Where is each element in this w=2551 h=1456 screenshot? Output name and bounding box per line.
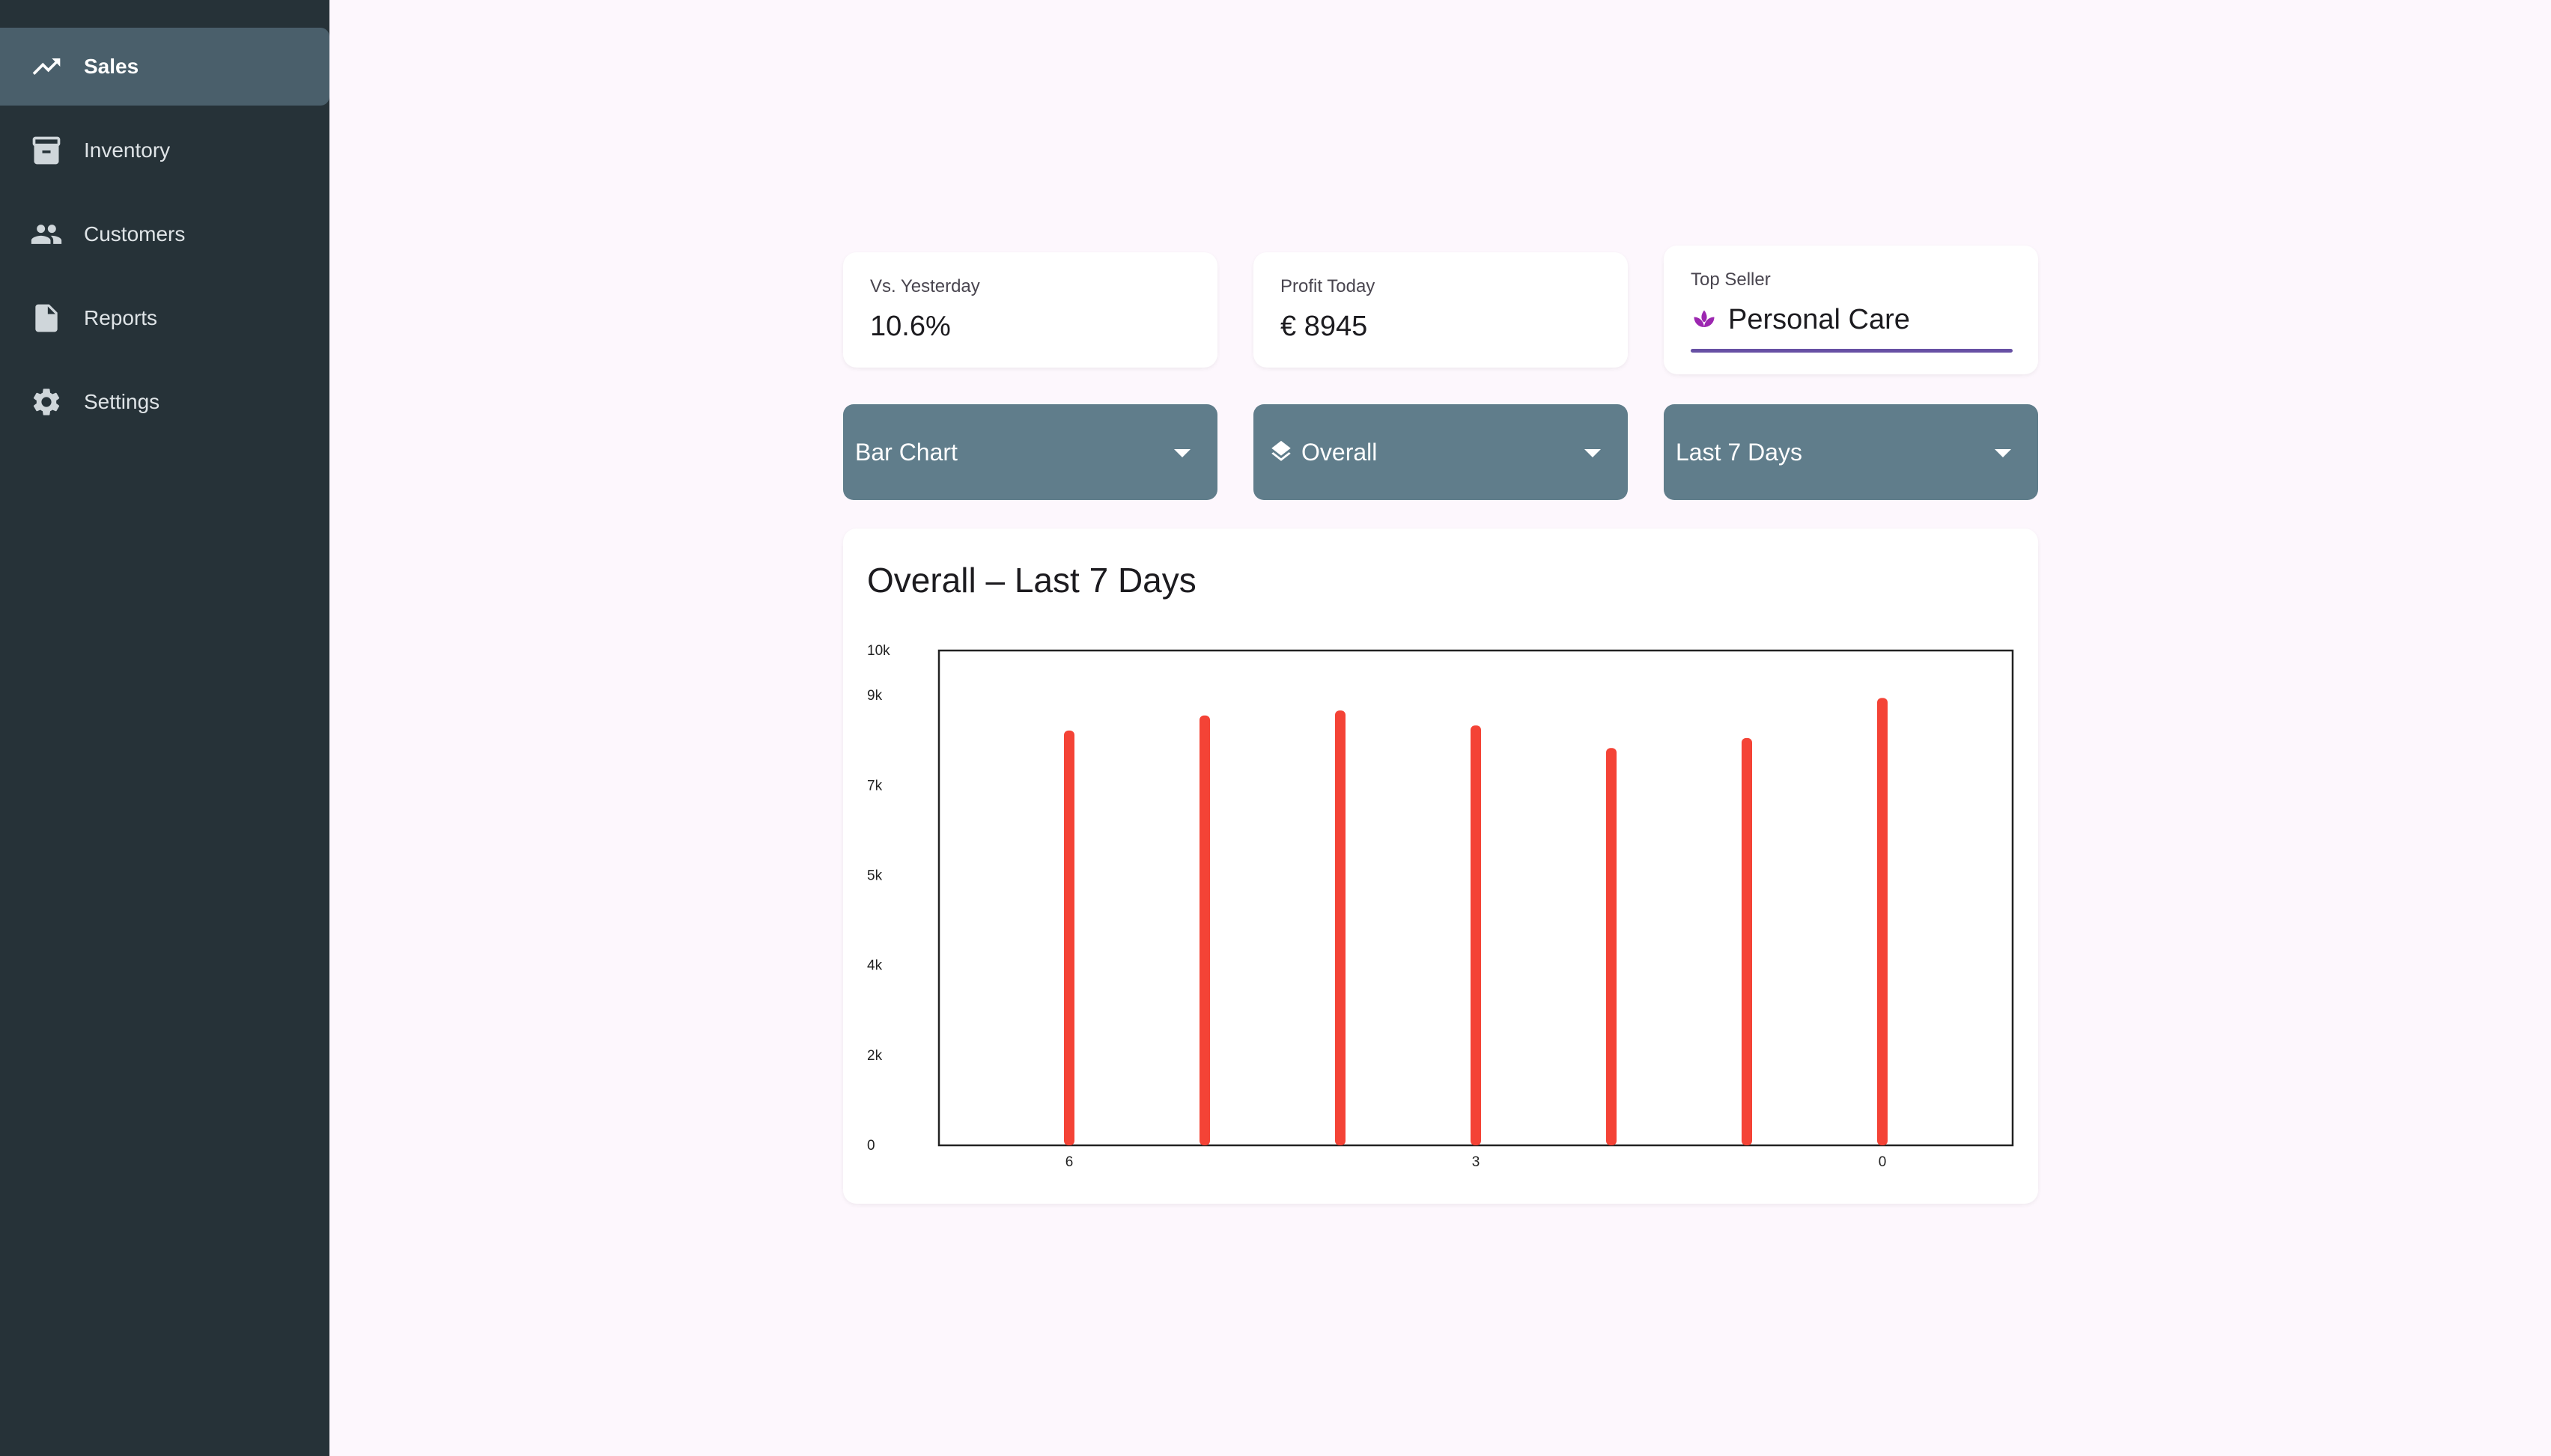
chart-bar [1200, 715, 1210, 1145]
top-seller-underline [1691, 349, 2013, 353]
stat-label: Top Seller [1691, 269, 1771, 290]
sidebar-item-label: Customers [84, 222, 186, 246]
chart-type-select[interactable]: Bar Chart [843, 404, 1217, 500]
chart-bar [1742, 737, 1752, 1145]
stat-card-vs-yesterday: Vs. Yesterday 10.6% [843, 252, 1217, 368]
document-icon [30, 302, 63, 335]
trending-up-icon [30, 50, 63, 83]
y-tick-label: 5k [867, 868, 883, 883]
x-tick-label: 0 [1879, 1154, 1887, 1170]
chart-bar [1471, 725, 1481, 1145]
chart-bar [1606, 748, 1617, 1145]
y-tick-label: 9k [867, 688, 883, 704]
sidebar-item-label: Reports [84, 306, 158, 329]
chart-type-value: Bar Chart [855, 439, 958, 466]
chart-bar [1335, 710, 1346, 1145]
bar-chart: 0 2k 4k 5k 7k 9k 10k 6 3 0 [867, 643, 2014, 1170]
stat-value: 10.6% [870, 311, 951, 342]
stat-card-top-seller: Top Seller Personal Care [1664, 246, 2038, 374]
y-tick-label: 0 [867, 1138, 875, 1154]
category-select[interactable]: Overall [1253, 404, 1628, 500]
gear-icon [30, 386, 63, 418]
sidebar-item-label: Settings [84, 390, 160, 413]
sidebar-item-customers[interactable]: Customers [0, 195, 329, 273]
x-tick-label: 6 [1065, 1154, 1074, 1170]
date-range-value: Last 7 Days [1676, 439, 1802, 466]
stat-card-profit-today: Profit Today € 8945 [1253, 252, 1628, 368]
sidebar-item-sales[interactable]: Sales [0, 28, 329, 106]
sidebar: Sales Inventory Customers Reports Settin… [0, 0, 329, 1456]
chart-card: Overall – Last 7 Days 0 2k 4k 5k 7k 9k 10k 6 3 0 [843, 529, 2038, 1204]
stat-label: Profit Today [1280, 276, 1375, 296]
layers-icon [1268, 439, 1294, 464]
date-range-select[interactable]: Last 7 Days [1664, 404, 2038, 500]
top-seller-value: Personal Care [1728, 304, 1910, 335]
chevron-down-icon [1995, 449, 2011, 457]
sidebar-item-settings[interactable]: Settings [0, 363, 329, 441]
y-tick-label: 2k [867, 1048, 883, 1064]
sidebar-item-label: Sales [84, 55, 139, 78]
x-tick-label: 3 [1472, 1154, 1480, 1170]
lotus-icon [1691, 307, 1718, 334]
sidebar-item-inventory[interactable]: Inventory [0, 112, 329, 189]
sidebar-item-reports[interactable]: Reports [0, 279, 329, 357]
chevron-down-icon [1584, 449, 1601, 457]
stat-label: Vs. Yesterday [870, 276, 980, 296]
y-tick-label: 4k [867, 958, 883, 974]
archive-icon [30, 134, 63, 167]
sidebar-item-label: Inventory [84, 138, 171, 162]
category-value: Overall [1301, 439, 1378, 466]
chart-bar [1064, 730, 1074, 1145]
chart-bar [1877, 698, 1888, 1145]
people-icon [30, 218, 63, 251]
y-tick-label: 10k [867, 643, 890, 659]
y-tick-label: 7k [867, 778, 883, 794]
stat-value: € 8945 [1280, 311, 1368, 342]
chevron-down-icon [1174, 449, 1191, 457]
